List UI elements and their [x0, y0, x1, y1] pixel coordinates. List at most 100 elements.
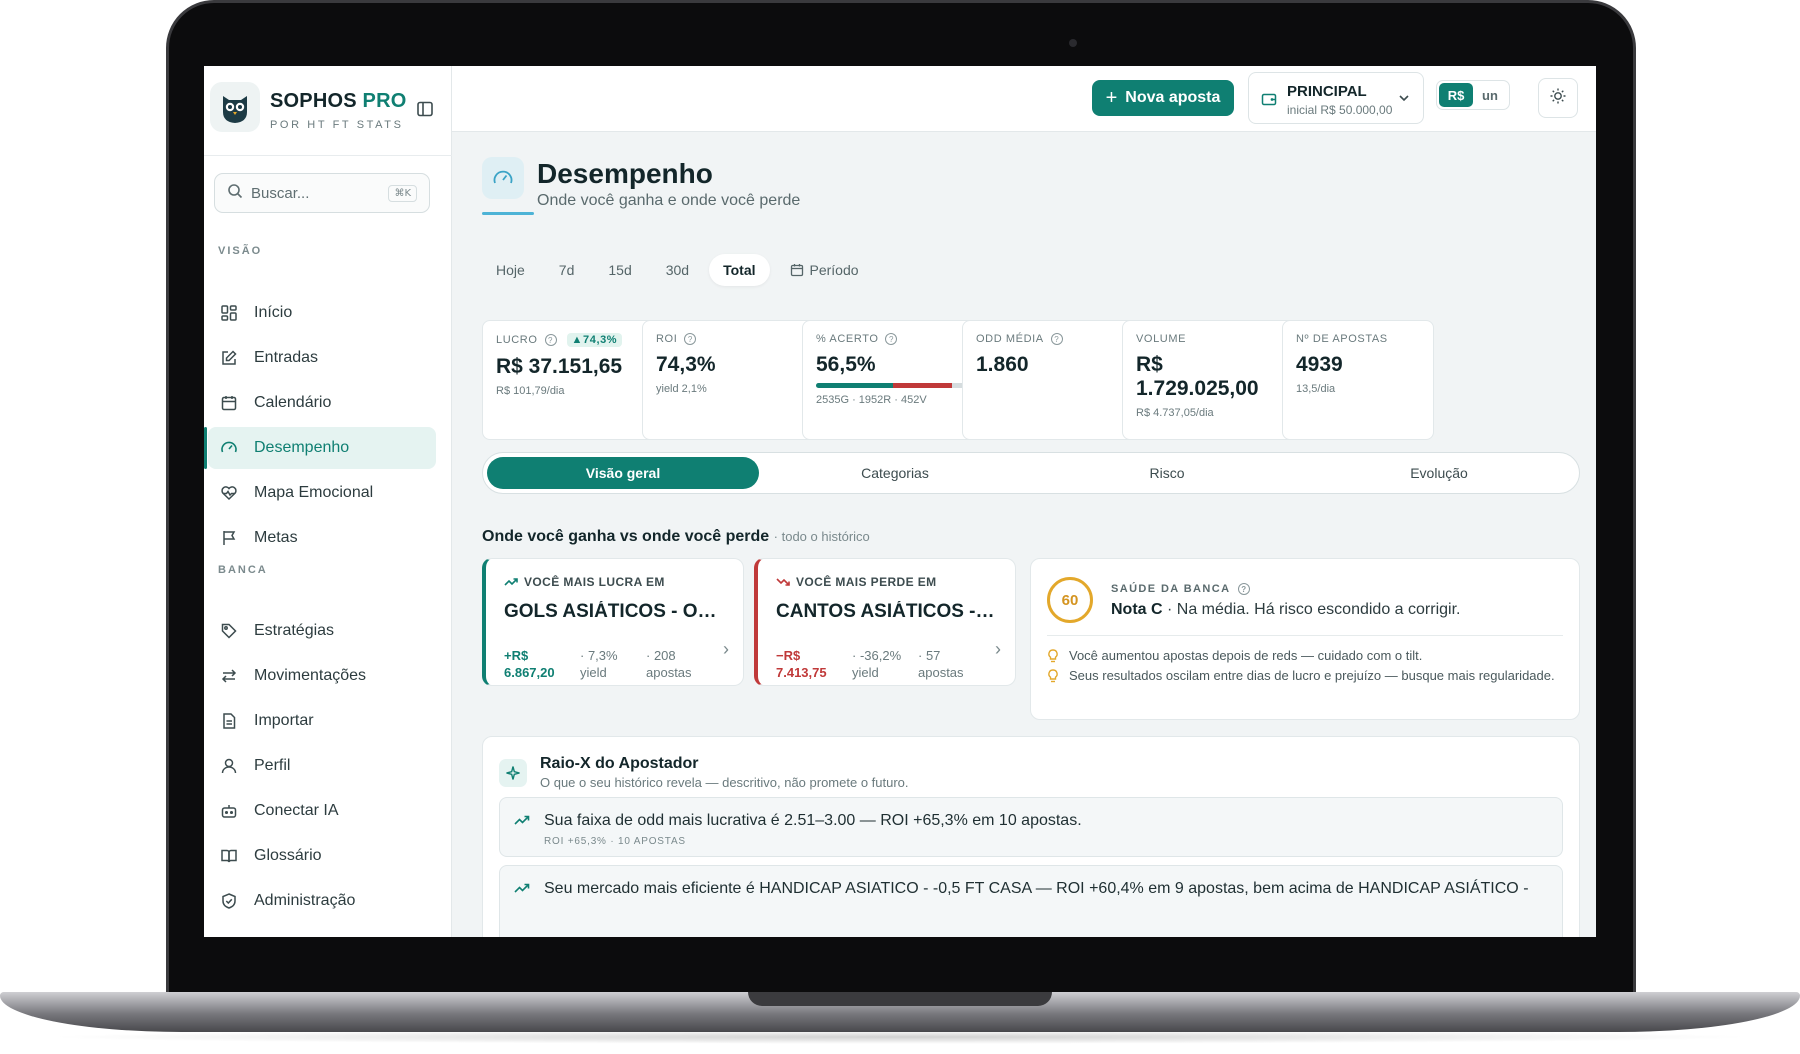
bank-initial: inicial R$ 50.000,00	[1287, 103, 1393, 117]
stat-card-roi: ROI? 74,3% yield 2,1%	[642, 320, 816, 440]
brand: SOPHOS PRO POR HT FT STATS	[204, 66, 452, 156]
app-screen: SOPHOS PRO POR HT FT STATS Buscar... ⌘K …	[204, 66, 1596, 937]
stat-card-apostas: Nº DE APOSTAS 4939 13,5/dia	[1282, 320, 1434, 440]
laptop-shadow	[40, 1030, 1760, 1044]
sidebar-item-inicio[interactable]: Início	[208, 292, 436, 334]
win-lose-title: Onde você ganha vs onde você perde · tod…	[482, 528, 870, 545]
stat-badge: ▲74,3%	[566, 333, 623, 347]
arrows-icon	[218, 665, 240, 687]
sidebar-item-label: Conectar IA	[254, 802, 339, 819]
stat-label: ROI?	[656, 333, 802, 345]
bank-health-card: 60 SAÚDE DA BANCA? Nota C · Na média. Há…	[1030, 558, 1580, 720]
sidebar-item-estrategias[interactable]: Estratégias	[208, 610, 436, 652]
trend-up-icon	[504, 575, 518, 589]
sidebar-item-label: Metas	[254, 529, 298, 546]
sidebar-item-label: Entradas	[254, 349, 319, 366]
stat-sub: 13,5/dia	[1296, 383, 1336, 395]
insight-item[interactable]: Seu mercado mais eficiente é HANDICAP AS…	[499, 865, 1563, 937]
health-tip: Seus resultados oscilam entre dias de lu…	[1047, 667, 1557, 685]
sidebar-item-glossario[interactable]: Glossário	[208, 835, 436, 877]
sidebar-item-perfil[interactable]: Perfil	[208, 745, 436, 787]
theme-toggle-button[interactable]	[1538, 78, 1578, 118]
new-bet-button[interactable]: + Nova aposta	[1092, 80, 1234, 116]
range-tab-total[interactable]: Total	[709, 254, 770, 286]
best-market-card[interactable]: VOCÊ MAIS LUCRA EM GOLS ASIÁTICOS - OVER…	[482, 558, 744, 686]
sidebar-item-calendario[interactable]: Calendário	[208, 382, 436, 424]
sidebar-item-importar[interactable]: Importar	[208, 700, 436, 742]
tab-visao-geral[interactable]: Visão geral	[487, 457, 759, 489]
bank-select[interactable]: PRINCIPAL inicial R$ 50.000,00	[1248, 72, 1424, 124]
search-icon	[227, 183, 243, 204]
stat-value: 1.860	[976, 353, 1029, 376]
wallet-icon	[1261, 91, 1277, 112]
range-tab-periodo[interactable]: Período	[776, 254, 873, 286]
brand-subtitle: POR HT FT STATS	[270, 119, 404, 131]
sidebar-item-label: Glossário	[254, 847, 322, 864]
divider	[1047, 635, 1563, 636]
sidebar-item-label: Mapa Emocional	[254, 484, 374, 501]
sidebar-item-label: Importar	[254, 712, 314, 729]
range-tab-15d[interactable]: 15d	[594, 254, 645, 286]
card-head: VOCÊ MAIS PERDE EM	[776, 575, 997, 589]
sidebar-item-desempenho[interactable]: Desempenho	[204, 427, 436, 469]
search-input[interactable]: Buscar... ⌘K	[214, 173, 430, 213]
stat-label: ODD MÉDIA?	[976, 333, 1122, 345]
sidebar-item-metas[interactable]: Metas	[208, 517, 436, 559]
sidebar-item-conectar-ia[interactable]: Conectar IA	[208, 790, 436, 832]
tab-evolucao[interactable]: Evolução	[1303, 457, 1575, 489]
sidebar-item-movimentacoes[interactable]: Movimentações	[208, 655, 436, 697]
accuracy-bar	[816, 383, 966, 388]
stat-value: 74,3%	[656, 353, 716, 376]
help-icon[interactable]: ?	[544, 334, 557, 346]
flag-icon	[218, 527, 240, 549]
insight-item[interactable]: Sua faixa de odd mais lucrativa é 2.51–3…	[499, 797, 1563, 857]
stat-label: % ACERTO?	[816, 333, 962, 345]
worst-market-card[interactable]: VOCÊ MAIS PERDE EM CANTOS ASIÁTICOS - OV…	[754, 558, 1016, 686]
stat-value: 4939	[1296, 353, 1343, 376]
range-tab-7d[interactable]: 7d	[545, 254, 589, 286]
sidebar-item-administracao[interactable]: Administração	[208, 880, 436, 922]
tab-categorias[interactable]: Categorias	[759, 457, 1031, 489]
health-score: 60	[1047, 577, 1093, 623]
help-icon[interactable]: ?	[1050, 333, 1063, 345]
range-tab-30d[interactable]: 30d	[652, 254, 703, 286]
currency-toggle[interactable]: R$ un	[1436, 80, 1510, 110]
accuracy-bar-red	[892, 383, 953, 388]
help-icon[interactable]: ?	[885, 333, 898, 345]
brand-name: SOPHOS PRO	[270, 90, 407, 112]
laptop-notch	[748, 992, 1052, 1006]
edit-icon	[218, 347, 240, 369]
currency-option-brl[interactable]: R$	[1439, 83, 1473, 107]
range-tab-hoje[interactable]: Hoje	[482, 254, 539, 286]
lightbulb-icon	[1047, 647, 1069, 665]
sidebar-item-label: Início	[254, 304, 293, 321]
stat-sub: yield 2,1%	[656, 383, 707, 395]
tag-icon	[218, 620, 240, 642]
tab-risco[interactable]: Risco	[1031, 457, 1303, 489]
trend-up-icon	[514, 814, 530, 833]
market-name: GOLS ASIÁTICOS - OVER	[504, 601, 724, 622]
stat-value: R$ 37.151,65	[496, 355, 623, 378]
yield-value: · -36,2% yield	[852, 648, 902, 680]
help-icon[interactable]: ?	[1238, 583, 1251, 595]
plus-icon: +	[1105, 86, 1118, 109]
xray-subtitle: O que o seu histórico revela — descritiv…	[540, 775, 909, 790]
help-icon[interactable]: ?	[684, 333, 697, 345]
currency-option-units[interactable]: un	[1473, 83, 1507, 107]
chevron-right-icon: ›	[995, 639, 1001, 659]
insight-text: Seu mercado mais eficiente é HANDICAP AS…	[544, 880, 1529, 897]
stat-sub: R$ 101,79/dia	[496, 385, 565, 397]
sidebar-item-label: Desempenho	[254, 439, 350, 456]
stat-sub: 2535G · 1952R · 452V	[816, 394, 927, 406]
loss-amount: −R$ 7.413,75	[776, 648, 827, 680]
sidebar-toggle-icon[interactable]	[414, 98, 436, 120]
page-subtitle: Onde você ganha e onde você perde	[537, 192, 801, 209]
sidebar-item-mapa-emocional[interactable]: Mapa Emocional	[208, 472, 436, 514]
main-content: Desempenho Onde você ganha e onde você p…	[452, 132, 1596, 937]
sun-icon	[1549, 87, 1567, 110]
card-head: VOCÊ MAIS LUCRA EM	[504, 575, 725, 589]
search-shortcut: ⌘K	[388, 185, 417, 202]
sidebar-item-entradas[interactable]: Entradas	[208, 337, 436, 379]
owl-logo[interactable]	[210, 82, 260, 132]
new-bet-label: Nova aposta	[1125, 89, 1221, 106]
